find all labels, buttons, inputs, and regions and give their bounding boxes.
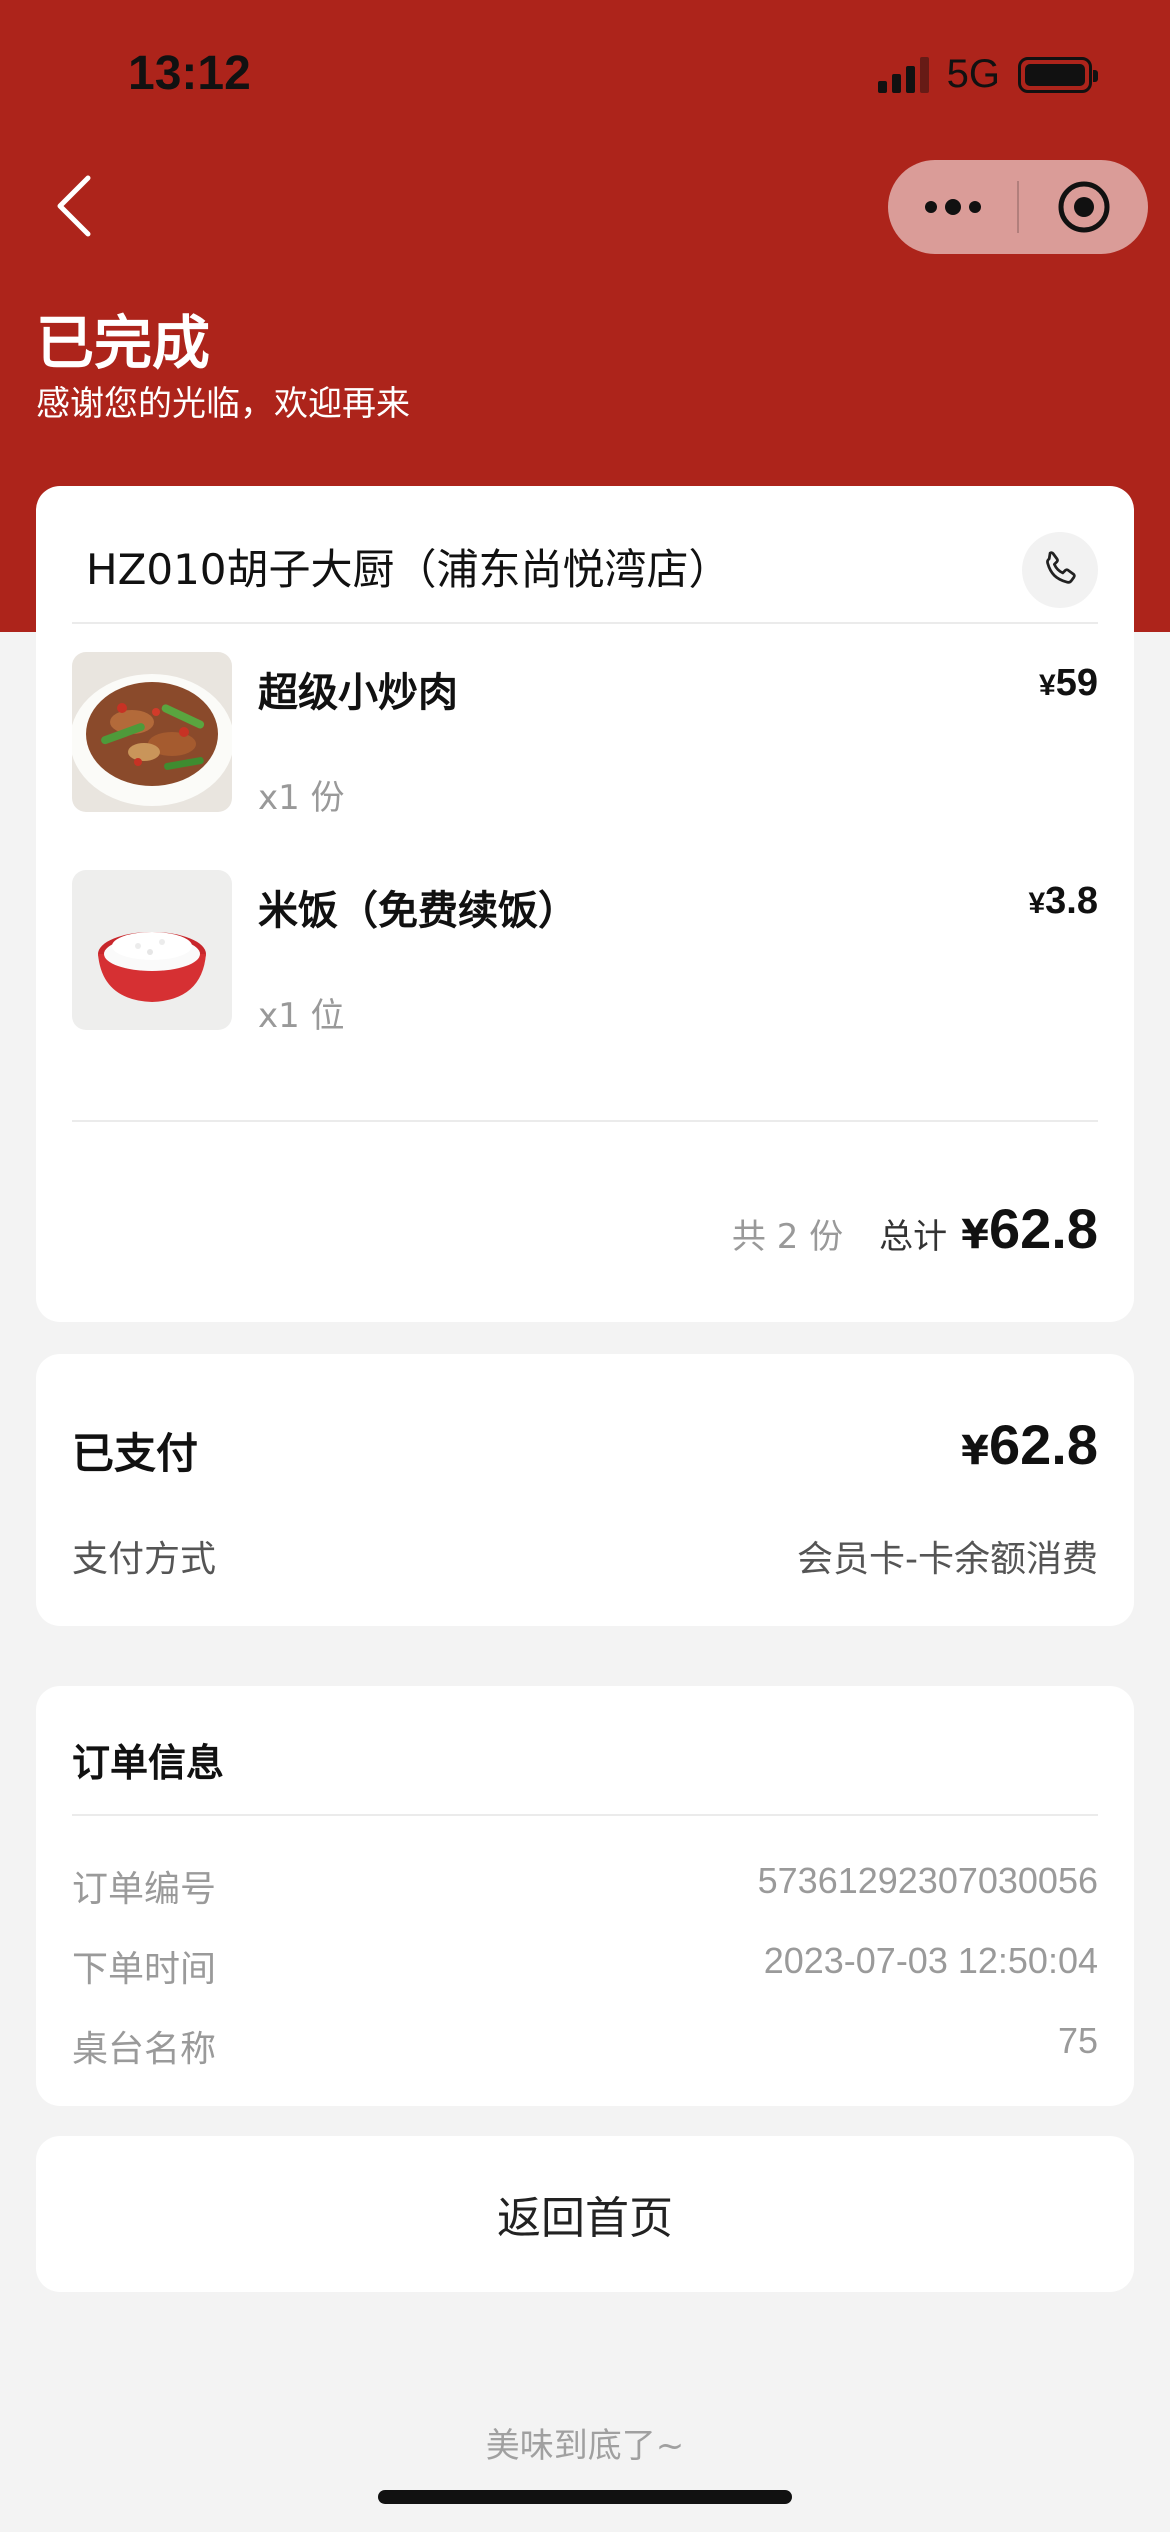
order-number-value: 57361292307030056 [757,1860,1098,1901]
target-circle-icon [1058,181,1109,233]
item-price: ¥59 [1039,662,1098,705]
order-time-row: 下单时间 2023-07-03 12:50:04 [72,1940,1098,1990]
currency-symbol: ¥ [1028,887,1046,920]
order-number-label: 订单编号 [72,1869,217,1910]
item-name: 超级小炒肉 [258,670,458,716]
more-button[interactable] [888,160,1017,254]
item-quantity: x1 位 [258,996,345,1036]
mini-program-capsule [888,160,1148,254]
store-name: HZ010胡子大厨（浦东尚悦湾店） [86,545,731,594]
phone-icon [1046,551,1076,584]
more-dots-icon [924,199,981,215]
item-price-value: 59 [1055,662,1098,704]
currency-symbol: ¥ [961,1428,989,1474]
payment-card: 已支付 ¥ 62.8 支付方式 会员卡-卡余额消费 [36,1354,1134,1626]
chevron-left-icon [57,175,91,237]
table-name-row: 桌台名称 75 [72,2020,1098,2070]
list-item: 超级小炒肉 x1 份 ¥59 [72,652,1098,818]
back-button[interactable] [44,170,104,242]
home-indicator[interactable] [378,2490,792,2504]
status-bar-icons: 5G [877,52,1098,97]
table-name-label: 桌台名称 [72,2029,217,2070]
back-to-home-button[interactable]: 返回首页 [36,2136,1134,2292]
item-price: ¥3.8 [1028,880,1098,923]
list-item: 米饭（免费续饭） x1 位 ¥3.8 [72,870,1098,1036]
paid-label: 已支付 [72,1429,199,1478]
page-subtitle: 感谢您的光临，欢迎再来 [36,384,410,424]
close-mini-program-button[interactable] [1019,160,1148,254]
network-type: 5G [946,52,1000,96]
order-number-row: 订单编号 57361292307030056 [72,1860,1098,1910]
order-total: 共 2 份 总计 ¥ 62.8 [732,1196,1098,1261]
total-label: 总计 [879,1217,948,1257]
order-info-card: 订单信息 订单编号 57361292307030056 下单时间 2023-07… [36,1686,1134,2106]
order-time-label: 下单时间 [72,1949,217,1990]
paid-amount: ¥ 62.8 [961,1412,1098,1477]
back-to-home-label: 返回首页 [497,2193,673,2244]
item-quantity: x1 份 [258,778,345,818]
item-count: 共 2 份 [731,1217,844,1257]
divider [72,622,1098,624]
item-name: 米饭（免费续饭） [258,888,578,934]
paid-amount-value: 62.8 [989,1413,1098,1476]
divider [72,1814,1098,1816]
stir-fried-pork-photo [72,652,232,812]
signal-icon [877,56,929,93]
battery-icon [1018,56,1098,93]
item-price-value: 3.8 [1045,880,1098,922]
divider [72,1120,1098,1122]
order-info-title: 订单信息 [72,1741,225,1785]
payment-method-label: 支付方式 [72,1539,217,1580]
total-amount: 62.8 [989,1197,1098,1260]
page-title: 已完成 [36,309,211,377]
status-time: 13:12 [128,47,251,100]
currency-symbol: ¥ [1039,669,1056,702]
rice-bowl-photo [72,870,232,1030]
end-of-list-text: 美味到底了~ [485,2426,685,2466]
order-time-value: 2023-07-03 12:50:04 [763,1940,1098,1981]
table-name-value: 75 [1057,2020,1098,2061]
payment-method-value: 会员卡-卡余额消费 [797,1539,1098,1580]
call-store-button[interactable] [1022,532,1098,608]
order-card: HZ010胡子大厨（浦东尚悦湾店） 超级小炒肉 x1 份 ¥59 米饭（免费续饭… [36,486,1134,1322]
currency-symbol: ¥ [961,1212,989,1258]
